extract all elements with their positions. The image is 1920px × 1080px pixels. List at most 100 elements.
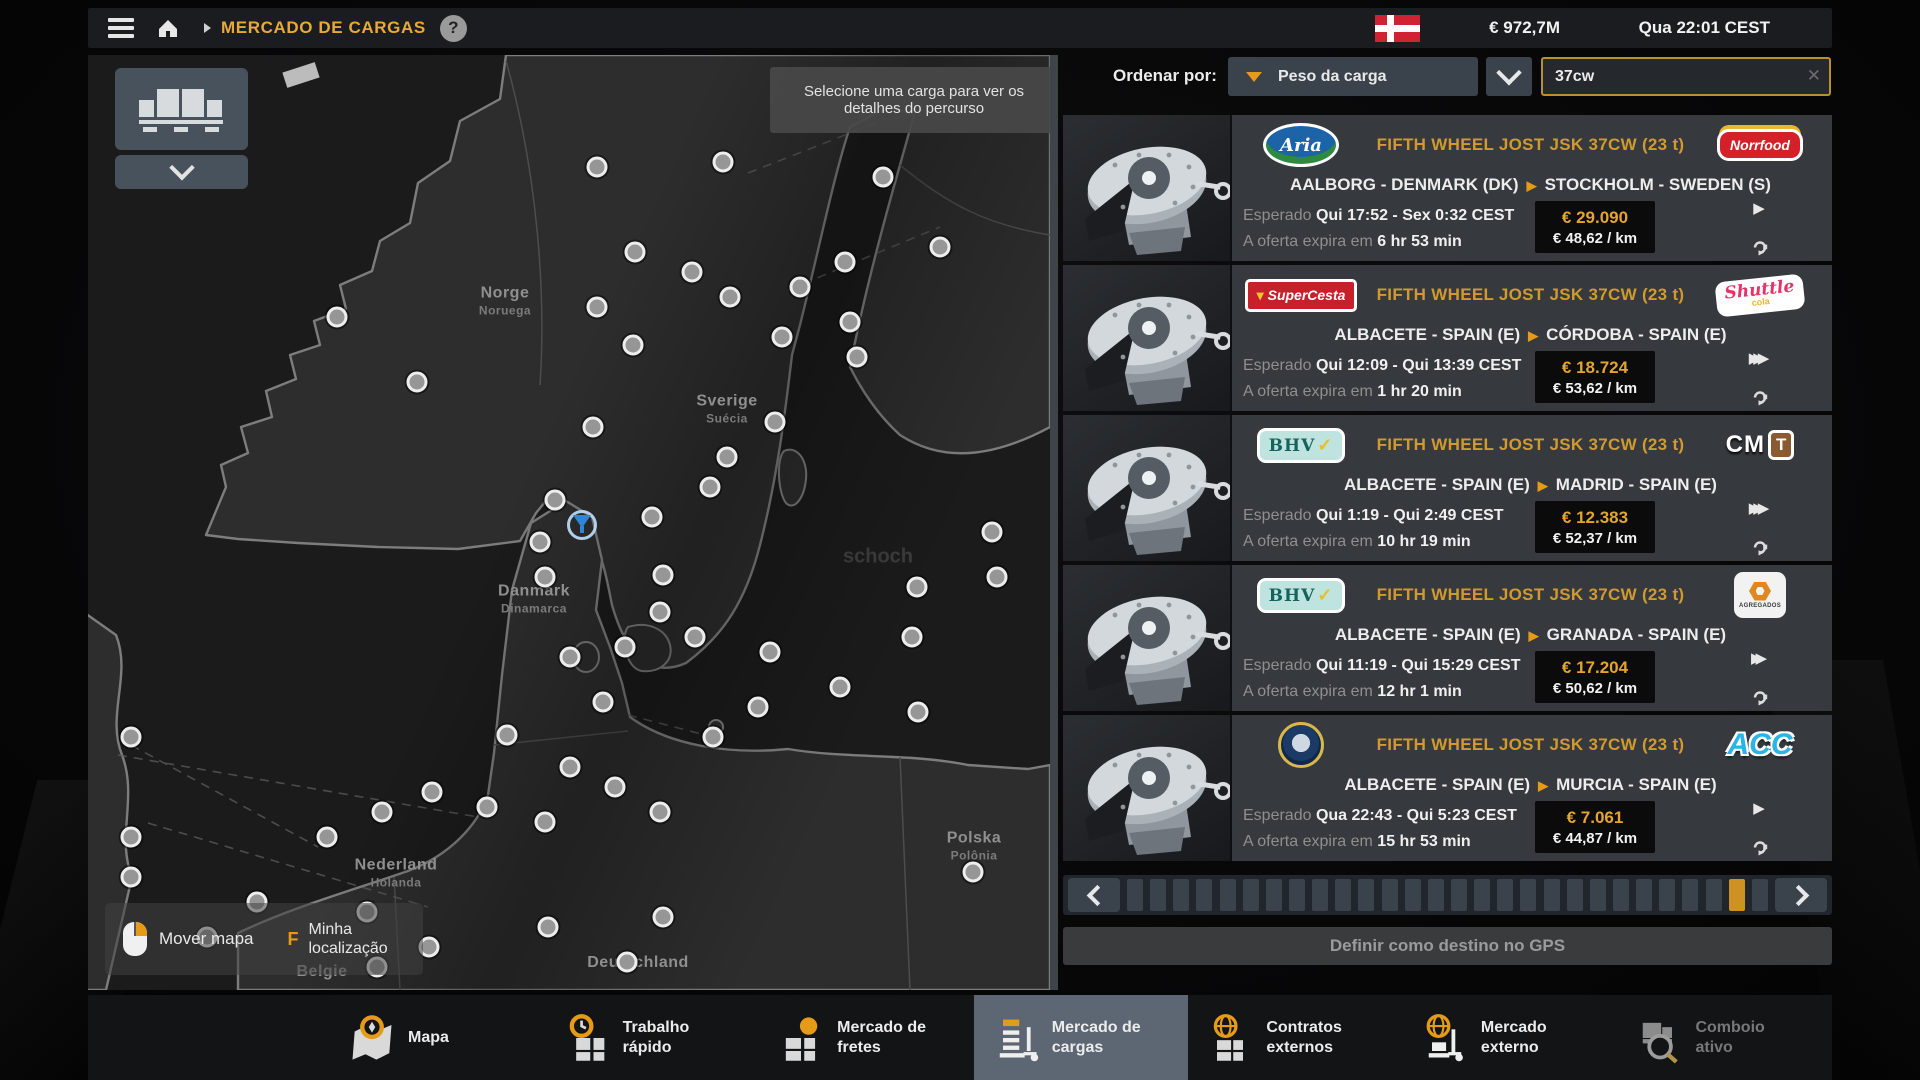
city-marker[interactable] bbox=[702, 726, 724, 748]
city-marker[interactable] bbox=[699, 476, 721, 498]
city-marker[interactable] bbox=[614, 636, 636, 658]
city-marker[interactable] bbox=[716, 446, 738, 468]
city-marker[interactable] bbox=[641, 506, 663, 528]
city-marker[interactable] bbox=[929, 236, 951, 258]
city-marker[interactable] bbox=[986, 566, 1008, 588]
page-tick[interactable] bbox=[1636, 879, 1653, 911]
menu-icon[interactable] bbox=[108, 14, 134, 42]
city-marker[interactable] bbox=[829, 676, 851, 698]
trailer-filter-expand-button[interactable] bbox=[115, 155, 248, 189]
cargo-offer-row[interactable]: FIFTH WHEEL JOST JSK 37CW (23 t) ACC ALB… bbox=[1063, 715, 1832, 861]
city-marker[interactable] bbox=[907, 701, 929, 723]
city-marker[interactable] bbox=[421, 781, 443, 803]
nav-quick-job[interactable]: Trabalho rápido bbox=[545, 995, 760, 1080]
city-marker[interactable] bbox=[537, 916, 559, 938]
page-tick[interactable] bbox=[1682, 879, 1699, 911]
city-marker[interactable] bbox=[764, 411, 786, 433]
page-tick[interactable] bbox=[1497, 879, 1514, 911]
page-tick[interactable] bbox=[1450, 879, 1467, 911]
city-marker[interactable] bbox=[624, 241, 646, 263]
city-marker[interactable] bbox=[839, 311, 861, 333]
city-marker[interactable] bbox=[120, 866, 142, 888]
page-tick[interactable] bbox=[1219, 879, 1236, 911]
city-marker[interactable] bbox=[872, 166, 894, 188]
page-tick[interactable] bbox=[1589, 879, 1606, 911]
city-marker[interactable] bbox=[496, 724, 518, 746]
nav-external-contracts[interactable]: Contratos externos bbox=[1188, 995, 1403, 1080]
city-marker[interactable] bbox=[544, 489, 566, 511]
page-tick-active[interactable] bbox=[1728, 879, 1745, 911]
help-icon[interactable]: ? bbox=[439, 14, 467, 42]
city-marker[interactable] bbox=[616, 951, 638, 973]
city-marker[interactable] bbox=[326, 306, 348, 328]
page-tick[interactable] bbox=[1173, 879, 1190, 911]
city-marker[interactable] bbox=[846, 346, 868, 368]
city-marker[interactable] bbox=[649, 601, 671, 623]
page-tick[interactable] bbox=[1242, 879, 1259, 911]
city-marker[interactable] bbox=[529, 531, 551, 553]
clear-search-icon[interactable]: ✕ bbox=[1807, 66, 1821, 86]
city-marker[interactable] bbox=[649, 801, 671, 823]
sort-dropdown[interactable]: Peso da carga bbox=[1228, 57, 1478, 96]
page-tick[interactable] bbox=[1427, 879, 1444, 911]
previous-page-button[interactable] bbox=[1068, 878, 1120, 912]
page-tick[interactable] bbox=[1751, 879, 1768, 911]
nav-cargo-market[interactable]: Mercado de cargas bbox=[973, 995, 1189, 1080]
city-marker[interactable] bbox=[582, 416, 604, 438]
city-marker[interactable] bbox=[962, 861, 984, 883]
search-input[interactable] bbox=[1543, 59, 1829, 94]
city-marker[interactable] bbox=[901, 626, 923, 648]
trailer-filter-button[interactable] bbox=[115, 68, 248, 150]
city-marker[interactable] bbox=[406, 371, 428, 393]
page-tick[interactable] bbox=[1288, 879, 1305, 911]
cargo-offer-row[interactable]: SuperCesta FIFTH WHEEL JOST JSK 37CW (23… bbox=[1063, 265, 1832, 411]
city-marker[interactable] bbox=[476, 796, 498, 818]
set-gps-destination-button[interactable]: Definir como destino no GPS bbox=[1063, 927, 1832, 965]
city-marker[interactable] bbox=[586, 296, 608, 318]
page-tick[interactable] bbox=[1196, 879, 1213, 911]
city-marker[interactable] bbox=[592, 691, 614, 713]
city-marker[interactable] bbox=[120, 726, 142, 748]
city-marker[interactable] bbox=[586, 156, 608, 178]
page-tick[interactable] bbox=[1612, 879, 1629, 911]
city-marker[interactable] bbox=[559, 646, 581, 668]
city-marker[interactable] bbox=[604, 776, 626, 798]
city-marker[interactable] bbox=[534, 811, 556, 833]
page-tick[interactable] bbox=[1150, 879, 1167, 911]
city-marker[interactable] bbox=[747, 696, 769, 718]
nav-external-market[interactable]: Mercado externo bbox=[1403, 995, 1618, 1080]
cargo-offer-row[interactable]: Aria FIFTH WHEEL JOST JSK 37CW (23 t) No… bbox=[1063, 115, 1832, 261]
sort-expand-button[interactable] bbox=[1486, 57, 1532, 96]
page-tick[interactable] bbox=[1659, 879, 1676, 911]
page-tick[interactable] bbox=[1358, 879, 1375, 911]
page-tick[interactable] bbox=[1474, 879, 1491, 911]
nav-freight-market[interactable]: Mercado de fretes bbox=[759, 995, 974, 1080]
cargo-offer-row[interactable]: BHV FIFTH WHEEL JOST JSK 37CW (23 t) AGR… bbox=[1063, 565, 1832, 711]
city-marker[interactable] bbox=[534, 566, 556, 588]
city-marker[interactable] bbox=[371, 801, 393, 823]
cargo-offer-row[interactable]: BHV FIFTH WHEEL JOST JSK 37CW (23 t) CMT… bbox=[1063, 415, 1832, 561]
page-tick[interactable] bbox=[1404, 879, 1421, 911]
home-icon[interactable] bbox=[156, 16, 180, 40]
page-tick[interactable] bbox=[1543, 879, 1560, 911]
city-marker[interactable] bbox=[719, 286, 741, 308]
city-marker[interactable] bbox=[771, 326, 793, 348]
city-marker[interactable] bbox=[906, 576, 928, 598]
page-tick[interactable] bbox=[1312, 879, 1329, 911]
world-map[interactable]: Norge Noruega Sverige Suécia Danmark Dinama… bbox=[88, 55, 1050, 990]
page-tick[interactable] bbox=[1335, 879, 1352, 911]
player-location-marker[interactable] bbox=[567, 510, 597, 540]
city-marker[interactable] bbox=[684, 626, 706, 648]
city-marker[interactable] bbox=[120, 826, 142, 848]
page-tick[interactable] bbox=[1520, 879, 1537, 911]
city-marker[interactable] bbox=[712, 151, 734, 173]
nav-map[interactable]: Mapa bbox=[330, 995, 545, 1080]
city-marker[interactable] bbox=[759, 641, 781, 663]
next-page-button[interactable] bbox=[1775, 878, 1827, 912]
page-tick[interactable] bbox=[1265, 879, 1282, 911]
city-marker[interactable] bbox=[559, 756, 581, 778]
city-marker[interactable] bbox=[789, 276, 811, 298]
city-marker[interactable] bbox=[316, 826, 338, 848]
city-marker[interactable] bbox=[681, 261, 703, 283]
city-marker[interactable] bbox=[652, 564, 674, 586]
